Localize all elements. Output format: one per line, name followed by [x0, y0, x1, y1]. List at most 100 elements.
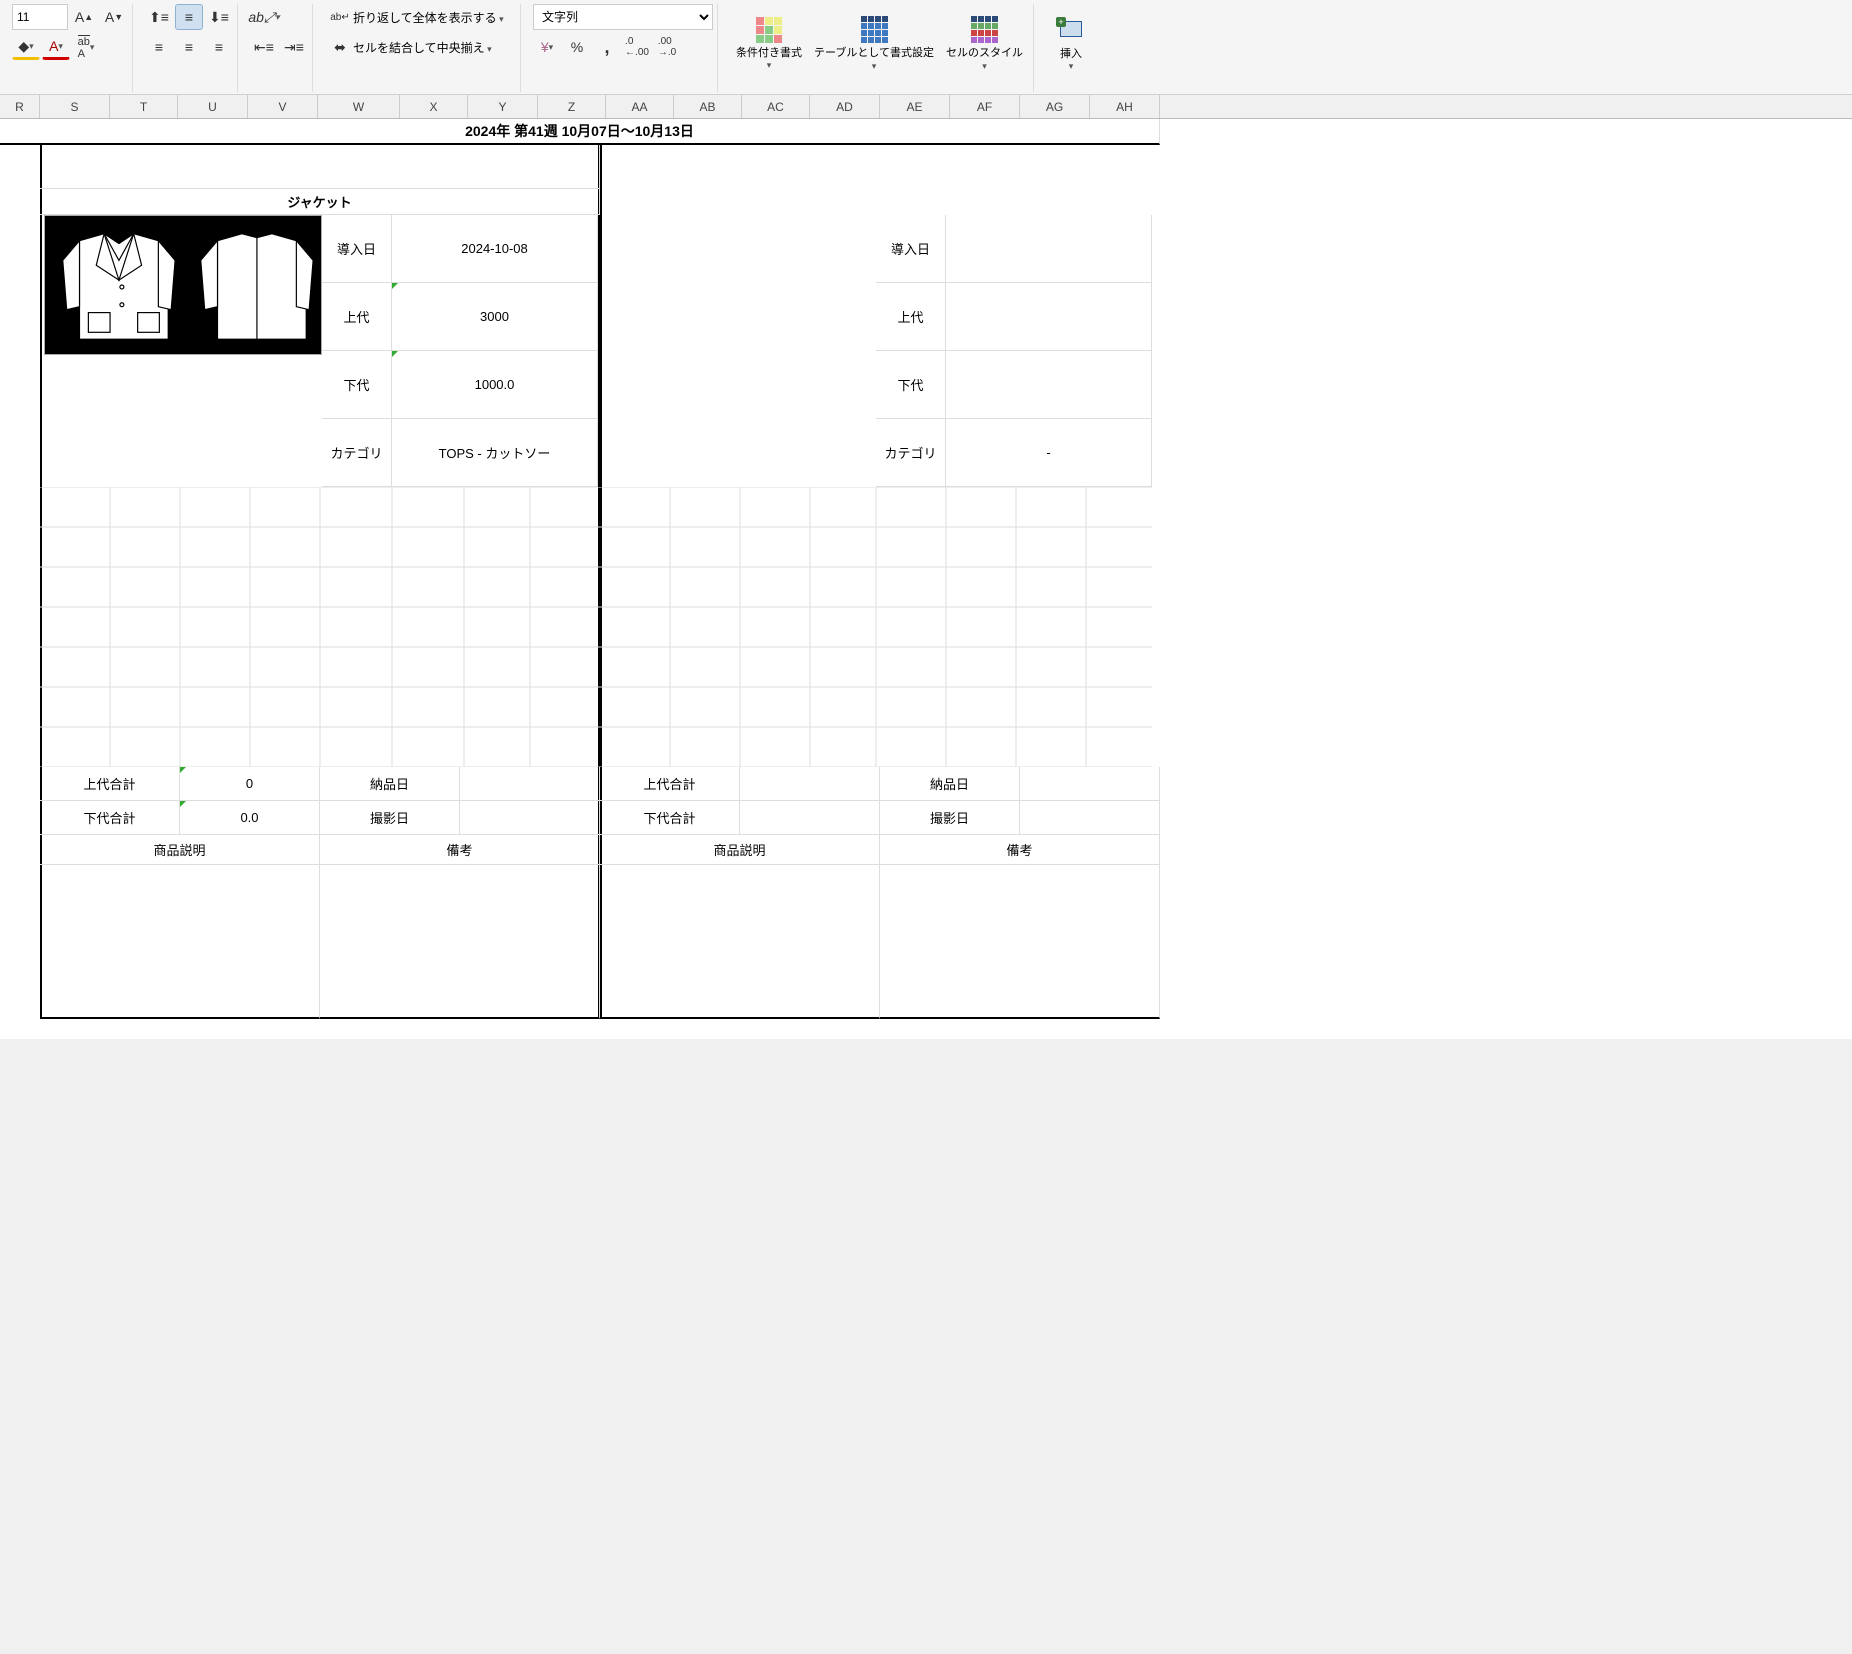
column-header[interactable]: U — [178, 95, 248, 118]
fill-color-button[interactable]: ◆ — [12, 34, 40, 60]
category-value-r[interactable]: - — [946, 419, 1152, 487]
column-header[interactable]: AA — [606, 95, 674, 118]
remarks-header-r[interactable]: 備考 — [880, 835, 1160, 865]
increase-font-button[interactable]: A▲ — [70, 4, 98, 30]
align-middle-button[interactable]: ≡ — [175, 4, 203, 30]
increase-decimal-button[interactable]: .0←.00 — [623, 34, 651, 60]
align-center-button[interactable]: ≡ — [175, 34, 203, 60]
error-marker-icon — [180, 767, 186, 773]
intro-date-label-r[interactable]: 導入日 — [876, 215, 946, 283]
error-marker-icon — [392, 351, 398, 357]
joudai-total-label[interactable]: 上代合計 — [40, 767, 180, 801]
column-header[interactable]: AH — [1090, 95, 1160, 118]
wrap-text-label: 折り返して全体を表示する — [353, 9, 504, 26]
wrap-text-button[interactable]: ab↵ 折り返して全体を表示する — [325, 4, 516, 30]
column-header[interactable]: R — [0, 95, 40, 118]
gedai-total-label-r[interactable]: 下代合計 — [600, 801, 740, 835]
joudai-total-value[interactable]: 0 — [180, 767, 320, 801]
joudai-total-value-r[interactable] — [740, 767, 880, 801]
increase-indent-button[interactable]: ⇥≡ — [280, 34, 308, 60]
column-header[interactable]: AB — [674, 95, 742, 118]
column-header[interactable]: S — [40, 95, 110, 118]
currency-button[interactable]: ¥ — [533, 34, 561, 60]
gedai-total-label[interactable]: 下代合計 — [40, 801, 180, 835]
gedai-label[interactable]: 下代 — [322, 351, 392, 419]
column-header[interactable]: AE — [880, 95, 950, 118]
column-header[interactable]: T — [110, 95, 178, 118]
empty-grid-area[interactable] — [40, 487, 1152, 767]
joudai-label[interactable]: 上代 — [322, 283, 392, 351]
column-header[interactable]: Y — [468, 95, 538, 118]
week-header-cell[interactable]: 2024年 第41週 10月07日～10月13日 — [0, 119, 1160, 145]
gedai-value-r[interactable] — [946, 351, 1152, 419]
orientation-button[interactable]: ab⤢ — [250, 4, 278, 30]
remarks-header[interactable]: 備考 — [320, 835, 600, 865]
format-as-table-button[interactable]: テーブルとして書式設定 — [808, 4, 940, 84]
satsuei-label[interactable]: 撮影日 — [320, 801, 460, 835]
column-header[interactable]: W — [318, 95, 400, 118]
align-top-button[interactable]: ⬆≡ — [145, 4, 173, 30]
decrease-indent-button[interactable]: ⇤≡ — [250, 34, 278, 60]
nouhin-value[interactable] — [460, 767, 600, 801]
decrease-font-button[interactable]: A▼ — [100, 4, 128, 30]
spreadsheet-grid[interactable]: 2024年 第41週 10月07日～10月13日 ジャケット — [0, 119, 1852, 1039]
category-label-r[interactable]: カテゴリ — [876, 419, 946, 487]
column-header[interactable]: AD — [810, 95, 880, 118]
percent-button[interactable]: % — [563, 34, 591, 60]
joudai-total-label-r[interactable]: 上代合計 — [600, 767, 740, 801]
insert-button[interactable]: + 挿入 — [1046, 4, 1096, 84]
satsuei-value-r[interactable] — [1020, 801, 1160, 835]
column-header[interactable]: Z — [538, 95, 606, 118]
phonetic-button[interactable]: abA — [72, 34, 100, 60]
merge-center-button[interactable]: ⬌ セルを結合して中央揃え — [325, 34, 516, 60]
satsuei-value[interactable] — [460, 801, 600, 835]
remarks-body-r[interactable] — [880, 865, 1160, 1019]
satsuei-label-r[interactable]: 撮影日 — [880, 801, 1020, 835]
remarks-body[interactable] — [320, 865, 600, 1019]
align-left-button[interactable]: ≡ — [145, 34, 173, 60]
product-image-cell[interactable] — [44, 215, 322, 355]
desc-body-r[interactable] — [600, 865, 880, 1019]
category-label[interactable]: カテゴリ — [322, 419, 392, 487]
product-title[interactable]: ジャケット — [40, 189, 600, 215]
wrap-merge-group: ab↵ 折り返して全体を表示する ⬌ セルを結合して中央揃え — [321, 4, 521, 92]
merge-center-label: セルを結合して中央揃え — [353, 39, 492, 56]
left-blank-top[interactable] — [40, 145, 600, 189]
align-bottom-button[interactable]: ⬇≡ — [205, 4, 233, 30]
joudai-value[interactable]: 3000 — [392, 283, 598, 351]
number-format-select[interactable]: 文字列 — [533, 4, 713, 30]
desc-header-r[interactable]: 商品説明 — [600, 835, 880, 865]
nouhin-value-r[interactable] — [1020, 767, 1160, 801]
column-headers: RSTUVWXYZAAABACADAEAFAGAH — [0, 95, 1852, 119]
desc-header[interactable]: 商品説明 — [40, 835, 320, 865]
column-header[interactable]: X — [400, 95, 468, 118]
font-size-input[interactable] — [12, 4, 68, 30]
desc-body[interactable] — [40, 865, 320, 1019]
alignment-group: ⬆≡ ≡ ⬇≡ ≡ ≡ ≡ — [141, 4, 238, 92]
joudai-label-r[interactable]: 上代 — [876, 283, 946, 351]
column-header[interactable]: V — [248, 95, 318, 118]
font-color-button[interactable]: A — [42, 34, 70, 60]
gedai-label-r[interactable]: 下代 — [876, 351, 946, 419]
joudai-value-r[interactable] — [946, 283, 1152, 351]
gedai-value[interactable]: 1000.0 — [392, 351, 598, 419]
gedai-total-value[interactable]: 0.0 — [180, 801, 320, 835]
intro-date-value[interactable]: 2024-10-08 — [392, 215, 598, 283]
column-header[interactable]: AF — [950, 95, 1020, 118]
comma-button[interactable]: , — [593, 34, 621, 60]
nouhin-label[interactable]: 納品日 — [320, 767, 460, 801]
column-header[interactable]: AG — [1020, 95, 1090, 118]
gedai-total-value-r[interactable] — [740, 801, 880, 835]
category-value[interactable]: TOPS - カットソー — [392, 419, 598, 487]
intro-date-label[interactable]: 導入日 — [322, 215, 392, 283]
align-right-button[interactable]: ≡ — [205, 34, 233, 60]
cells-group: + 挿入 — [1042, 4, 1100, 92]
wrap-text-icon: ab↵ — [329, 6, 351, 28]
column-header[interactable]: AC — [742, 95, 810, 118]
styles-group: 条件付き書式 テーブルとして書式設定 セルのスタイル — [726, 4, 1034, 92]
decrease-decimal-button[interactable]: .00→.0 — [653, 34, 681, 60]
intro-date-value-r[interactable] — [946, 215, 1152, 283]
conditional-formatting-button[interactable]: 条件付き書式 — [730, 4, 808, 84]
cell-styles-button[interactable]: セルのスタイル — [940, 4, 1029, 84]
nouhin-label-r[interactable]: 納品日 — [880, 767, 1020, 801]
